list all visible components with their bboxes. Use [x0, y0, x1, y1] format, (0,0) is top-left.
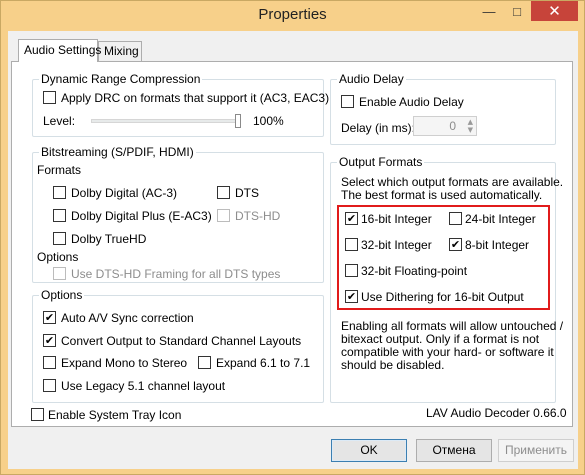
output-description-line2: The best format is used automatically.: [341, 188, 543, 202]
audio-delay-group-title: Audio Delay: [337, 72, 406, 86]
legacy-51-label: Use Legacy 5.1 channel layout: [61, 379, 226, 393]
bitstreaming-group: Bitstreaming (S/PDIF, HDMI) Formats Dolb…: [32, 145, 324, 283]
delay-spinbox[interactable]: 0 ▲ ▼: [413, 116, 477, 136]
bitstreaming-group-title: Bitstreaming (S/PDIF, HDMI): [39, 145, 196, 159]
formats-label: Formats: [37, 163, 82, 177]
dtshd-framing-label: Use DTS-HD Framing for all DTS types: [71, 267, 281, 281]
24bit-integer-checkbox[interactable]: [449, 212, 462, 225]
bitstreaming-options-label: Options: [37, 250, 79, 264]
legacy-51-checkbox[interactable]: [43, 379, 56, 392]
audio-delay-group: Audio Delay Enable Audio Delay Delay (in…: [330, 72, 556, 145]
16bit-integer-checkbox[interactable]: ✔: [345, 212, 358, 225]
dts-hd-checkbox[interactable]: [217, 209, 230, 222]
expand-61-checkbox[interactable]: [198, 356, 211, 369]
dolby-digital-plus-label: Dolby Digital Plus (E-AC3): [71, 209, 212, 223]
16bit-integer-label: 16-bit Integer: [361, 212, 432, 226]
apply-drc-label: Apply DRC on formats that support it (AC…: [61, 91, 330, 105]
8bit-integer-checkbox[interactable]: ✔: [449, 238, 462, 251]
version-label: LAV Audio Decoder 0.66.0: [426, 406, 567, 420]
dolby-digital-label: Dolby Digital (AC-3): [71, 186, 178, 200]
level-slider-track[interactable]: [91, 119, 241, 123]
system-tray-checkbox[interactable]: [31, 408, 44, 421]
dts-hd-label: DTS-HD: [235, 209, 281, 223]
delay-value: 0: [449, 119, 456, 133]
24bit-integer-label: 24-bit Integer: [465, 212, 536, 226]
system-tray-label: Enable System Tray Icon: [48, 408, 182, 422]
32bit-float-checkbox[interactable]: [345, 264, 358, 277]
cancel-button[interactable]: Отмена: [416, 439, 492, 462]
32bit-integer-checkbox[interactable]: [345, 238, 358, 251]
dts-checkbox[interactable]: [217, 186, 230, 199]
dialog-client: Audio Settings Mixing Dynamic Range Comp…: [8, 31, 578, 469]
convert-output-label: Convert Output to Standard Channel Layou…: [61, 334, 302, 348]
close-icon[interactable]: ✕: [531, 1, 578, 21]
enable-audio-delay-checkbox[interactable]: [341, 95, 354, 108]
dts-label: DTS: [235, 186, 259, 200]
tab-mixing[interactable]: Mixing: [98, 41, 142, 61]
minimize-icon[interactable]: —: [475, 1, 503, 21]
title-bar[interactable]: Properties — □ ✕: [1, 1, 584, 31]
level-label: Level:: [43, 114, 76, 128]
options-group-title: Options: [39, 288, 85, 302]
audio-settings-panel: Dynamic Range Compression Apply DRC on f…: [11, 61, 573, 427]
tab-audio-settings[interactable]: Audio Settings: [18, 39, 101, 62]
output-note-line4: should be disabled.: [341, 358, 445, 372]
dithering-label: Use Dithering for 16-bit Output: [361, 290, 524, 304]
output-formats-group-title: Output Formats: [337, 155, 425, 169]
drc-group: Dynamic Range Compression Apply DRC on f…: [32, 72, 329, 137]
apply-drc-checkbox[interactable]: [43, 91, 56, 104]
dolby-digital-checkbox[interactable]: [53, 186, 66, 199]
dolby-digital-plus-checkbox[interactable]: [53, 209, 66, 222]
expand-mono-label: Expand Mono to Stereo: [61, 356, 188, 370]
32bit-integer-label: 32-bit Integer: [361, 238, 432, 252]
dolby-truehd-checkbox[interactable]: [53, 232, 66, 245]
expand-61-label: Expand 6.1 to 7.1: [216, 356, 311, 370]
dtshd-framing-checkbox[interactable]: [53, 267, 66, 280]
level-slider-thumb[interactable]: [235, 114, 241, 128]
output-formats-group: Output Formats Select which output forma…: [330, 155, 563, 403]
apply-button[interactable]: Применить: [498, 439, 574, 462]
spin-arrows-icon[interactable]: ▲ ▼: [468, 118, 473, 134]
enable-audio-delay-label: Enable Audio Delay: [359, 95, 464, 109]
32bit-float-label: 32-bit Floating-point: [361, 264, 468, 278]
level-value: 100%: [253, 114, 284, 128]
dolby-truehd-label: Dolby TrueHD: [71, 232, 147, 246]
auto-av-sync-checkbox[interactable]: ✔: [43, 311, 56, 324]
properties-window: Properties — □ ✕ Audio Settings Mixing D…: [0, 0, 585, 475]
options-group: Options ✔ Auto A/V Sync correction ✔ Con…: [32, 288, 324, 403]
dithering-checkbox[interactable]: ✔: [345, 290, 358, 303]
convert-output-checkbox[interactable]: ✔: [43, 334, 56, 347]
auto-av-sync-label: Auto A/V Sync correction: [61, 311, 194, 325]
drc-group-title: Dynamic Range Compression: [39, 72, 203, 86]
delay-label: Delay (in ms):: [341, 121, 416, 135]
ok-button[interactable]: OK: [331, 439, 407, 462]
maximize-icon[interactable]: □: [503, 1, 531, 21]
expand-mono-checkbox[interactable]: [43, 356, 56, 369]
8bit-integer-label: 8-bit Integer: [465, 238, 530, 252]
